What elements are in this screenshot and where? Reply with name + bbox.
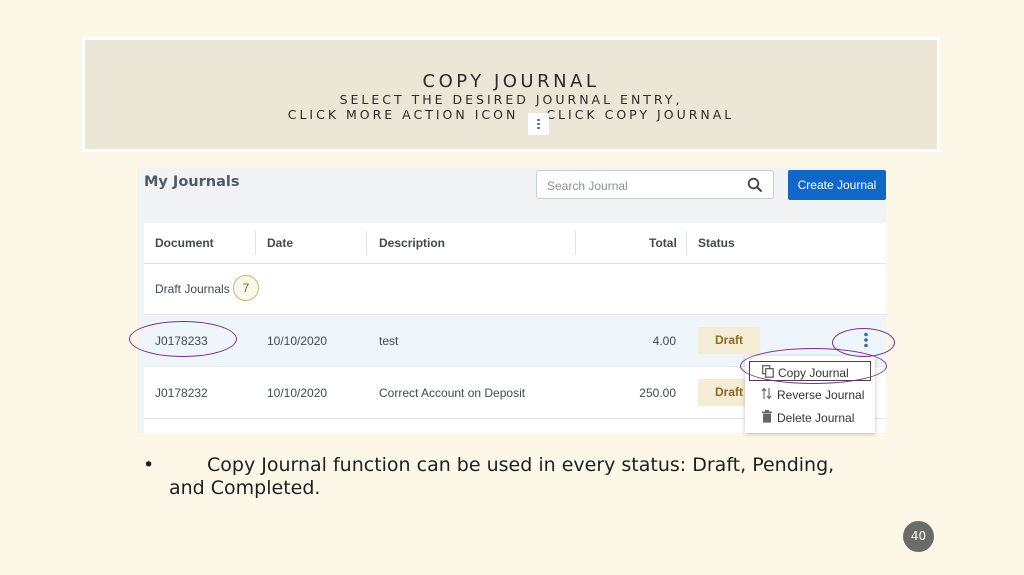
- cell-total: 250.00: [639, 386, 676, 400]
- cell-date: 10/10/2020: [267, 334, 328, 348]
- kebab-icon: [537, 118, 540, 130]
- search-box[interactable]: [536, 170, 774, 199]
- header-total[interactable]: Total: [649, 236, 677, 250]
- menu-item-copy-journal[interactable]: Copy Journal: [749, 361, 871, 381]
- header-status[interactable]: Status: [698, 236, 735, 250]
- cell-document[interactable]: J0178233: [155, 334, 208, 348]
- cell-description: Correct Account on Deposit: [379, 386, 526, 400]
- header-date[interactable]: Date: [267, 236, 293, 250]
- copy-icon: [762, 365, 774, 381]
- reverse-arrows-icon: [761, 387, 773, 403]
- menu-item-label: Copy Journal: [778, 366, 849, 380]
- menu-item-label: Delete Journal: [777, 411, 855, 425]
- page-title: My Journals: [144, 174, 240, 190]
- header-document[interactable]: Document: [155, 236, 214, 250]
- create-journal-button[interactable]: Create Journal: [788, 170, 886, 200]
- cell-document[interactable]: J0178232: [155, 386, 208, 400]
- header-description[interactable]: Description: [379, 236, 445, 250]
- search-input[interactable]: [545, 178, 739, 194]
- more-actions-button[interactable]: [862, 332, 870, 351]
- more-actions-icon-sample: [528, 113, 549, 135]
- trash-icon: [761, 410, 773, 426]
- menu-item-delete-journal[interactable]: Delete Journal: [749, 407, 871, 427]
- search-icon[interactable]: [747, 177, 763, 197]
- action-menu: Copy Journal Reverse Journal Delete Jour…: [745, 356, 875, 433]
- subtitle-part-b: CLICK COPY JOURNAL: [546, 107, 735, 122]
- status-badge: Draft: [698, 327, 760, 354]
- cell-total: 4.00: [652, 334, 676, 348]
- bullet-text: Copy Journal function can be used in eve…: [169, 454, 835, 499]
- menu-item-label: Reverse Journal: [777, 388, 865, 402]
- menu-item-reverse-journal[interactable]: Reverse Journal: [749, 384, 871, 404]
- group-label: Draft Journals: [155, 282, 230, 296]
- table-header: Document Date Description Total Status: [144, 223, 886, 264]
- kebab-icon: [864, 332, 868, 348]
- slide-title: COPY JOURNAL: [422, 71, 600, 92]
- cell-date: 10/10/2020: [267, 386, 328, 400]
- draft-group-row[interactable]: Draft Journals 7: [144, 264, 886, 315]
- bullet-icon: •: [143, 454, 155, 476]
- cell-description: test: [379, 334, 399, 348]
- slide-subtitle-line2: CLICK MORE ACTION ICON CLICK COPY JOURNAL: [85, 107, 937, 122]
- count-badge: 7: [233, 275, 259, 301]
- slide-subtitle-line1: SELECT THE DESIRED JOURNAL ENTRY,: [339, 92, 683, 107]
- page-number: 40: [903, 521, 934, 552]
- slide-title-box: COPY JOURNAL SELECT THE DESIRED JOURNAL …: [82, 37, 940, 152]
- subtitle-part-a: CLICK MORE ACTION ICON: [287, 107, 519, 122]
